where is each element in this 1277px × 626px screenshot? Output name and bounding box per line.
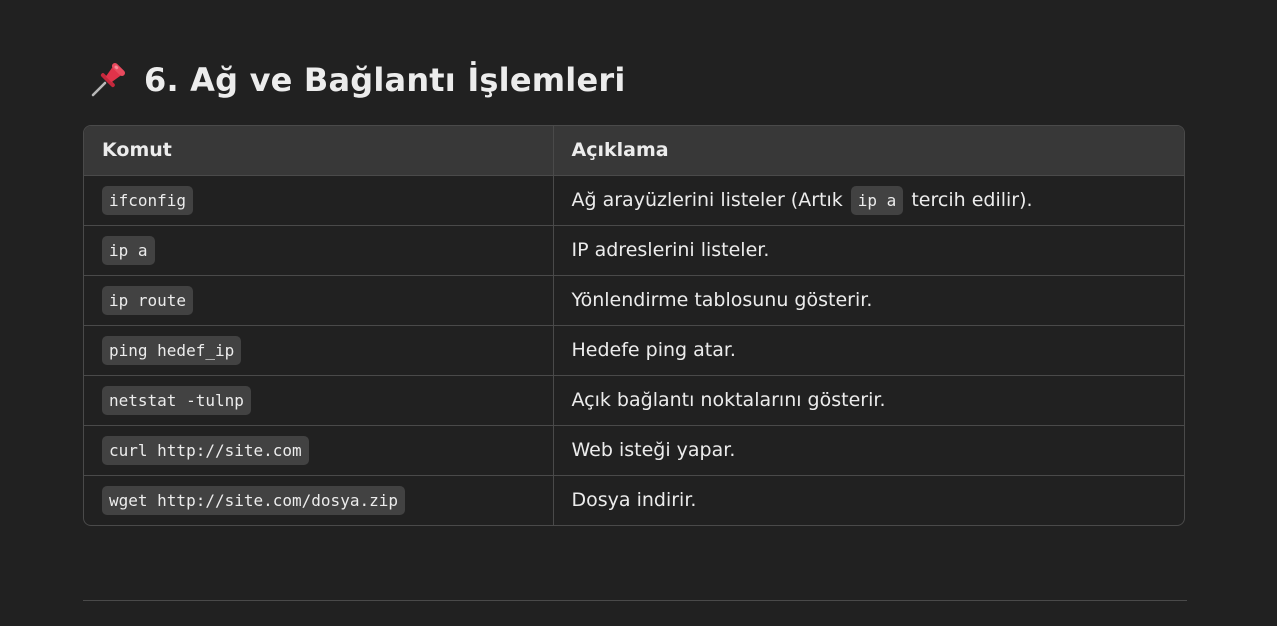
table-row: curl http://site.com Web isteği yapar.: [84, 424, 1184, 475]
command-cell: wget http://site.com/dosya.zip: [84, 474, 553, 525]
commands-table: Komut Açıklama ifconfig Ağ arayüzlerini …: [83, 125, 1185, 526]
command-cell: ip a: [84, 224, 553, 275]
table-row: wget http://site.com/dosya.zip Dosya ind…: [84, 474, 1184, 525]
command-code: ip a: [102, 235, 155, 265]
command-code: netstat -tulnp: [102, 385, 251, 415]
table-header-row: Komut Açıklama: [84, 126, 1184, 176]
table-row: ifconfig Ağ arayüzlerini listeler (Artık…: [84, 175, 1184, 225]
command-code: ifconfig: [102, 185, 194, 215]
pushpin-icon: [91, 62, 126, 97]
description-cell: Yönlendirme tablosunu gösterir.: [552, 274, 1184, 325]
description-cell: Hedefe ping atar.: [552, 324, 1184, 375]
page-title: 6. Ağ ve Bağlantı İşlemleri: [144, 61, 626, 99]
description-text: Ağ arayüzlerini listeler (Artık: [571, 188, 849, 211]
table-row: ping hedef_ip Hedefe ping atar.: [84, 324, 1184, 375]
section-heading: 6. Ağ ve Bağlantı İşlemleri: [88, 58, 626, 102]
description-text: tercih edilir).: [905, 188, 1033, 211]
command-cell: ifconfig: [84, 175, 553, 225]
description-cell: Dosya indirir.: [552, 474, 1184, 525]
table-row: netstat -tulnp Açık bağlantı noktalarını…: [84, 374, 1184, 425]
description-cell: Ağ arayüzlerini listeler (Artık ip a ter…: [552, 175, 1184, 225]
table-row: ip a IP adreslerini listeler.: [84, 224, 1184, 275]
horizontal-divider: [83, 600, 1187, 601]
command-cell: ping hedef_ip: [84, 324, 553, 375]
command-cell: netstat -tulnp: [84, 374, 553, 425]
description-cell: IP adreslerini listeler.: [552, 224, 1184, 275]
command-code: curl http://site.com: [102, 435, 309, 465]
command-cell: ip route: [84, 274, 553, 325]
command-code: ip route: [102, 285, 194, 315]
command-cell: curl http://site.com: [84, 424, 553, 475]
description-cell: Açık bağlantı noktalarını gösterir.: [552, 374, 1184, 425]
command-code: ping hedef_ip: [102, 335, 242, 365]
description-cell: Web isteği yapar.: [552, 424, 1184, 475]
column-header-description: Açıklama: [552, 126, 1184, 176]
table-row: ip route Yönlendirme tablosunu gösterir.: [84, 274, 1184, 325]
column-header-command: Komut: [84, 126, 553, 176]
command-code: wget http://site.com/dosya.zip: [102, 485, 405, 515]
inline-code: ip a: [850, 185, 904, 215]
